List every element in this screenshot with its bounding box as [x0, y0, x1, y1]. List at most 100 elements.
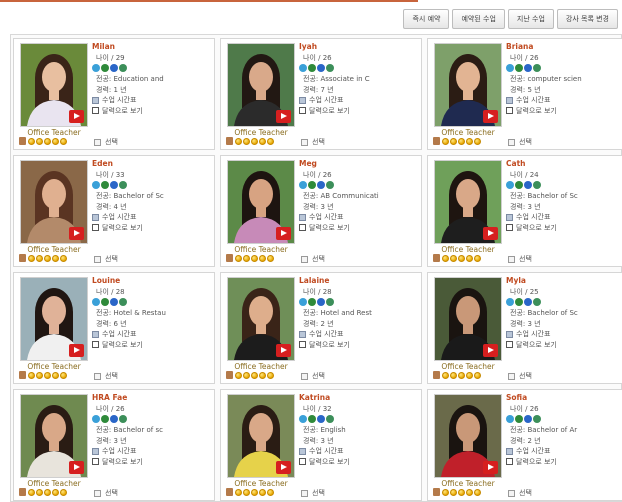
checkbox[interactable] — [94, 489, 101, 497]
schedule-link[interactable]: 수업 시간표 — [506, 95, 622, 106]
select-checkbox[interactable]: 선택 — [508, 488, 532, 498]
teacher-name[interactable]: Lalaine — [299, 276, 419, 287]
schedule-link[interactable]: 수업 시간표 — [92, 212, 212, 223]
checkbox[interactable] — [299, 224, 306, 232]
tab-booked-lessons[interactable]: 예약된 수업 — [452, 9, 505, 29]
play-video-icon[interactable] — [276, 461, 291, 474]
play-video-icon[interactable] — [483, 461, 498, 474]
teacher-photo[interactable] — [20, 277, 88, 361]
checkbox[interactable] — [299, 107, 306, 115]
teacher-name[interactable]: Sofia — [506, 393, 622, 404]
play-video-icon[interactable] — [69, 110, 84, 123]
teacher-photo[interactable] — [227, 43, 295, 127]
calendar-view-checkbox[interactable]: 달력으로 보기 — [92, 457, 212, 468]
teacher-name[interactable]: Milan — [92, 42, 212, 53]
schedule-link[interactable]: 수업 시간표 — [506, 329, 622, 340]
teacher-name[interactable]: Katrina — [299, 393, 419, 404]
select-checkbox[interactable]: 선택 — [508, 254, 532, 264]
tab-change-teacher-list[interactable]: 강사 목록 변경 — [556, 9, 618, 29]
checkbox[interactable] — [92, 107, 99, 115]
teacher-photo[interactable] — [227, 277, 295, 361]
teacher-name[interactable]: HRA Fae — [92, 393, 212, 404]
calendar-view-checkbox[interactable]: 달력으로 보기 — [299, 223, 419, 234]
teacher-name[interactable]: Louine — [92, 276, 212, 287]
select-checkbox[interactable]: 선택 — [301, 371, 325, 381]
calendar-view-checkbox[interactable]: 달력으로 보기 — [506, 340, 622, 351]
schedule-link[interactable]: 수업 시간표 — [299, 329, 419, 340]
checkbox[interactable] — [92, 341, 99, 349]
teacher-name[interactable]: Cath — [506, 159, 622, 170]
checkbox[interactable] — [301, 138, 308, 146]
calendar-view-checkbox[interactable]: 달력으로 보기 — [299, 340, 419, 351]
schedule-link[interactable]: 수업 시간표 — [92, 329, 212, 340]
schedule-link[interactable]: 수업 시간표 — [92, 446, 212, 457]
checkbox[interactable] — [506, 224, 513, 232]
calendar-view-checkbox[interactable]: 달력으로 보기 — [299, 457, 419, 468]
teacher-photo[interactable] — [227, 160, 295, 244]
calendar-view-checkbox[interactable]: 달력으로 보기 — [92, 106, 212, 117]
checkbox[interactable] — [506, 107, 513, 115]
calendar-view-checkbox[interactable]: 달력으로 보기 — [506, 106, 622, 117]
teacher-name[interactable]: Iyah — [299, 42, 419, 53]
calendar-view-checkbox[interactable]: 달력으로 보기 — [299, 106, 419, 117]
checkbox[interactable] — [92, 224, 99, 232]
calendar-view-checkbox[interactable]: 달력으로 보기 — [92, 340, 212, 351]
play-video-icon[interactable] — [483, 344, 498, 357]
checkbox[interactable] — [508, 372, 515, 380]
select-checkbox[interactable]: 선택 — [94, 371, 118, 381]
checkbox[interactable] — [94, 372, 101, 380]
select-checkbox[interactable]: 선택 — [301, 254, 325, 264]
checkbox[interactable] — [508, 489, 515, 497]
checkbox[interactable] — [299, 458, 306, 466]
schedule-link[interactable]: 수업 시간표 — [92, 95, 212, 106]
calendar-view-checkbox[interactable]: 달력으로 보기 — [506, 457, 622, 468]
select-checkbox[interactable]: 선택 — [301, 488, 325, 498]
calendar-view-checkbox[interactable]: 달력으로 보기 — [506, 223, 622, 234]
teacher-photo[interactable] — [434, 43, 502, 127]
checkbox[interactable] — [508, 255, 515, 263]
schedule-link[interactable]: 수업 시간표 — [299, 95, 419, 106]
schedule-link[interactable]: 수업 시간표 — [299, 212, 419, 223]
checkbox[interactable] — [94, 138, 101, 146]
checkbox[interactable] — [506, 341, 513, 349]
select-checkbox[interactable]: 선택 — [94, 488, 118, 498]
checkbox[interactable] — [506, 458, 513, 466]
select-checkbox[interactable]: 선택 — [508, 137, 532, 147]
teacher-name[interactable]: Meg — [299, 159, 419, 170]
play-video-icon[interactable] — [69, 461, 84, 474]
checkbox[interactable] — [301, 372, 308, 380]
play-video-icon[interactable] — [483, 110, 498, 123]
checkbox[interactable] — [92, 458, 99, 466]
teacher-photo[interactable] — [20, 43, 88, 127]
select-checkbox[interactable]: 선택 — [508, 371, 532, 381]
tab-instant-booking[interactable]: 즉시 예약 — [403, 9, 450, 29]
teacher-photo[interactable] — [20, 160, 88, 244]
schedule-link[interactable]: 수업 시간표 — [299, 446, 419, 457]
play-video-icon[interactable] — [69, 227, 84, 240]
checkbox[interactable] — [299, 341, 306, 349]
schedule-link[interactable]: 수업 시간표 — [506, 446, 622, 457]
tab-past-lessons[interactable]: 지난 수업 — [507, 9, 554, 29]
play-video-icon[interactable] — [483, 227, 498, 240]
teacher-photo[interactable] — [434, 277, 502, 361]
checkbox[interactable] — [301, 489, 308, 497]
teacher-photo[interactable] — [227, 394, 295, 478]
calendar-view-checkbox[interactable]: 달력으로 보기 — [92, 223, 212, 234]
select-checkbox[interactable]: 선택 — [301, 137, 325, 147]
play-video-icon[interactable] — [69, 344, 84, 357]
select-checkbox[interactable]: 선택 — [94, 254, 118, 264]
teacher-name[interactable]: Briana — [506, 42, 622, 53]
play-video-icon[interactable] — [276, 344, 291, 357]
schedule-link[interactable]: 수업 시간표 — [506, 212, 622, 223]
checkbox[interactable] — [301, 255, 308, 263]
teacher-name[interactable]: Eden — [92, 159, 212, 170]
checkbox[interactable] — [508, 138, 515, 146]
select-checkbox[interactable]: 선택 — [94, 137, 118, 147]
play-video-icon[interactable] — [276, 227, 291, 240]
checkbox[interactable] — [94, 255, 101, 263]
teacher-photo[interactable] — [434, 394, 502, 478]
teacher-name[interactable]: Myla — [506, 276, 622, 287]
teacher-photo[interactable] — [434, 160, 502, 244]
teacher-photo[interactable] — [20, 394, 88, 478]
play-video-icon[interactable] — [276, 110, 291, 123]
